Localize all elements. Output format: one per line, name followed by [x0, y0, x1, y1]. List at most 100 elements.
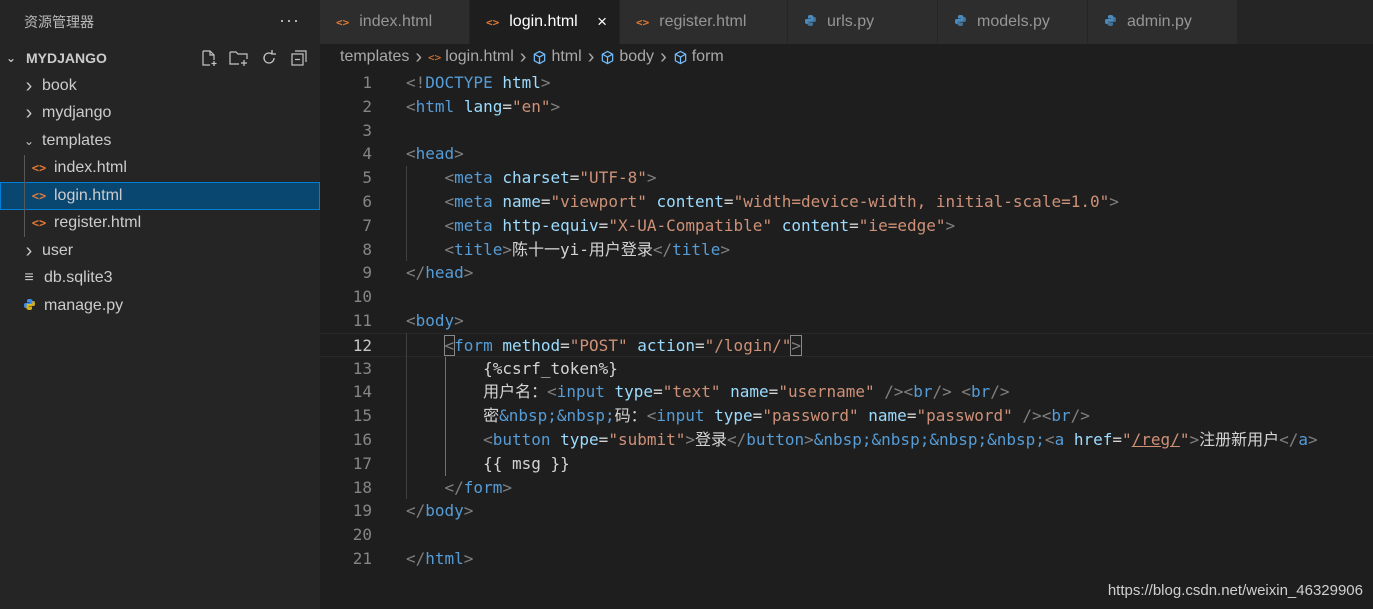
tree-label: register.html	[54, 214, 142, 232]
code-line[interactable]: 4 <head>	[320, 142, 1373, 166]
watermark-text: https://blog.csdn.net/weixin_46329906	[1107, 582, 1363, 599]
ellipsis-icon[interactable]: ···	[279, 10, 300, 31]
line-number: 9	[362, 263, 372, 283]
symbol-element-icon	[673, 50, 688, 65]
code-line[interactable]: 17 {{ msg }}	[320, 452, 1373, 476]
tree-folder[interactable]: ⌄ templates	[0, 127, 320, 155]
breadcrumb-item[interactable]: body	[619, 48, 654, 66]
indent-guide	[24, 182, 25, 210]
code-line[interactable]: 19 </body>	[320, 499, 1373, 523]
tab-index-html[interactable]: <> index.html	[320, 0, 470, 44]
tree-file[interactable]: ≡ db.sqlite3	[0, 265, 320, 293]
code-line[interactable]: 2 <html lang="en">	[320, 95, 1373, 119]
html-file-icon: <>	[336, 15, 350, 29]
code-line[interactable]: 12 <form method="POST" action="/login/">	[320, 332, 1373, 357]
chevron-right-icon: ›	[415, 45, 423, 68]
line-number: 12	[352, 335, 372, 355]
code-editor[interactable]: 1 <!DOCTYPE html> 2 <html lang="en"> 3 4 <head…	[320, 70, 1373, 609]
close-icon[interactable]: ×	[597, 12, 607, 32]
tab-admin-py[interactable]: admin.py	[1088, 0, 1238, 44]
tree-label: book	[42, 76, 77, 94]
new-file-icon[interactable]	[198, 48, 220, 68]
breadcrumb-item[interactable]: form	[692, 48, 724, 66]
line-number: 15	[352, 406, 372, 426]
tab-models-py[interactable]: models.py	[938, 0, 1088, 44]
code-line[interactable]: 1 <!DOCTYPE html>	[320, 71, 1373, 95]
code-line[interactable]: 13 {%csrf_token%}	[320, 357, 1373, 381]
database-file-icon: ≡	[24, 269, 34, 287]
code-text: <!DOCTYPE html>	[406, 73, 551, 92]
tab-login-html[interactable]: <> login.html ×	[470, 0, 620, 44]
breadcrumb-item[interactable]: html	[551, 48, 581, 66]
indent-guide	[24, 154, 25, 182]
breadcrumb-item[interactable]: templates	[340, 48, 409, 66]
line-number: 16	[352, 430, 372, 449]
tree-label: user	[42, 241, 74, 259]
line-number: 4	[362, 144, 372, 164]
chevron-right-icon: ›	[25, 239, 33, 262]
code-text: <body>	[406, 311, 464, 330]
new-folder-icon[interactable]	[228, 48, 250, 68]
tree-file[interactable]: manage.py	[0, 292, 320, 320]
code-line[interactable]: 11 <body>	[320, 309, 1373, 333]
tree-label: login.html	[54, 186, 123, 204]
breadcrumb-item[interactable]: login.html	[445, 48, 513, 66]
code-text: 密&nbsp;&nbsp;码：<input type="password" na…	[406, 406, 1090, 426]
collapse-all-icon[interactable]	[288, 48, 310, 68]
code-line[interactable]: 6 <meta name="viewport" content="width=d…	[320, 190, 1373, 214]
line-number: 14	[352, 382, 372, 402]
line-number: 7	[362, 215, 372, 235]
code-line[interactable]: 10	[320, 285, 1373, 309]
line-number: 1	[362, 73, 372, 92]
code-text: <meta name="viewport" content="width=dev…	[444, 192, 1119, 211]
workspace-section-header[interactable]: ⌄ MYDJANGO	[0, 44, 320, 72]
code-line[interactable]: 9 </head>	[320, 261, 1373, 285]
tab-label: urls.py	[827, 13, 875, 30]
tab-urls-py[interactable]: urls.py	[788, 0, 938, 44]
code-line[interactable]: 7 <meta http-equiv="X-UA-Compatible" con…	[320, 214, 1373, 238]
tab-label: models.py	[977, 13, 1050, 30]
code-line[interactable]: 16 <button type="submit">登录</button>&nbs…	[320, 428, 1373, 452]
tree-folder[interactable]: › user	[0, 237, 320, 265]
html-file-icon: <>	[31, 161, 47, 176]
tree-label: index.html	[54, 159, 127, 177]
tree-label: db.sqlite3	[44, 269, 113, 287]
html-file-icon: <>	[31, 188, 47, 203]
explorer-title: 资源管理器	[24, 14, 94, 30]
code-line[interactable]: 3	[320, 119, 1373, 143]
chevron-right-icon: ›	[660, 45, 667, 68]
code-line[interactable]: 21 </html>	[320, 547, 1373, 571]
tab-label: login.html	[509, 13, 578, 30]
explorer-sidebar: 资源管理器 ··· ⌄ MYDJANGO › book › mydjango ⌄ temp…	[0, 0, 320, 609]
code-line[interactable]: 5 <meta charset="UTF-8">	[320, 166, 1373, 190]
code-line[interactable]: 14 用户名：<input type="text" name="username…	[320, 380, 1373, 404]
code-text: <form method="POST" action="/login/">	[443, 334, 802, 356]
line-number: 19	[352, 501, 372, 521]
editor-tab-bar: <> index.html <> login.html × <> register.html…	[320, 0, 1373, 44]
code-line[interactable]: 8 <title>陈十一yi-用户登录</title>	[320, 238, 1373, 262]
python-file-icon	[1104, 14, 1117, 30]
refresh-icon[interactable]	[258, 48, 280, 68]
line-number: 3	[362, 120, 372, 140]
chevron-right-icon: ›	[519, 45, 527, 68]
chevron-right-icon: ›	[587, 45, 595, 68]
tree-file[interactable]: <> index.html	[0, 154, 320, 182]
tree-file[interactable]: <> register.html	[0, 209, 320, 237]
symbol-element-icon	[600, 50, 615, 65]
tree-label: manage.py	[44, 296, 124, 314]
code-text: <head>	[406, 144, 464, 164]
line-number: 13	[352, 358, 372, 378]
tab-register-html[interactable]: <> register.html	[620, 0, 788, 44]
code-line[interactable]: 18 </form>	[320, 476, 1373, 500]
breadcrumb: templates › <> login.html › html › body › form	[320, 44, 1373, 70]
chevron-right-icon: ›	[25, 102, 33, 125]
python-file-icon	[18, 298, 40, 314]
tree-folder[interactable]: › mydjango	[0, 100, 320, 128]
tree-folder[interactable]: › book	[0, 72, 320, 100]
code-line[interactable]: 15 密&nbsp;&nbsp;码：<input type="password"…	[320, 404, 1373, 428]
chevron-right-icon: ›	[25, 74, 33, 97]
tree-file[interactable]: <> login.html	[0, 182, 320, 210]
code-line[interactable]: 20	[320, 523, 1373, 547]
code-text: </form>	[444, 477, 512, 497]
html-file-icon: <>	[31, 216, 47, 231]
